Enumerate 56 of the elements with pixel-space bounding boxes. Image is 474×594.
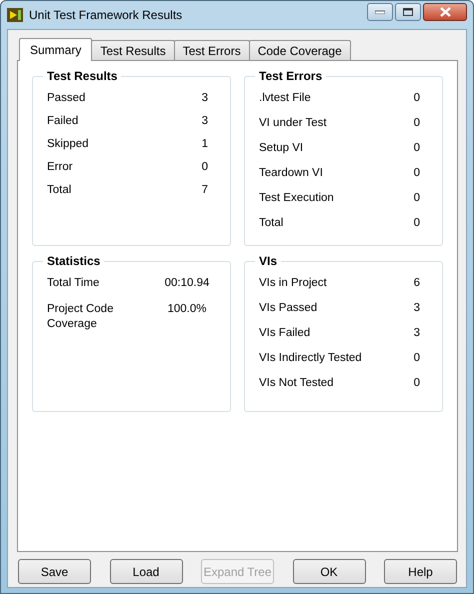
- row-label: VIs Indirectly Tested: [259, 351, 363, 366]
- row-label: Setup VI: [259, 141, 304, 156]
- tab[interactable]: Code Coverage: [248, 40, 351, 60]
- close-button[interactable]: [423, 3, 467, 21]
- dialog-button[interactable]: Help: [384, 559, 457, 584]
- row-value: 1: [200, 137, 209, 152]
- dialog-button[interactable]: Load: [110, 559, 182, 584]
- row-value: 0: [412, 376, 421, 391]
- row-value: 0: [412, 191, 421, 206]
- row-value: 3: [412, 301, 421, 316]
- tab[interactable]: Summary: [19, 38, 92, 61]
- row-value: 0: [412, 166, 421, 181]
- row-value: 3: [200, 114, 209, 129]
- row-label: Total: [47, 183, 72, 198]
- tab[interactable]: Test Errors: [174, 40, 250, 60]
- row-value: 3: [412, 326, 421, 341]
- row-value: 0: [412, 141, 421, 156]
- group-title: Test Errors: [255, 69, 326, 83]
- row-label: Error: [47, 160, 74, 175]
- row-value: 6: [412, 276, 421, 291]
- tab[interactable]: Test Results: [91, 40, 175, 60]
- maximize-button[interactable]: [395, 3, 421, 21]
- row-value: 0: [412, 216, 421, 231]
- row-label: Passed: [47, 91, 86, 106]
- minimize-icon: [375, 10, 385, 14]
- row-label: Failed: [47, 114, 80, 129]
- dialog-button[interactable]: Save: [18, 559, 91, 584]
- row-value: 0: [412, 351, 421, 366]
- row-value: 0: [412, 91, 421, 106]
- close-icon: [440, 7, 450, 17]
- row-value: 100.0%: [166, 302, 208, 317]
- group-title: Statistics: [43, 254, 104, 268]
- row-label: Total Time: [47, 276, 100, 291]
- row-label: Total: [259, 216, 284, 231]
- row-label: Skipped: [47, 137, 90, 152]
- group-title: VIs: [255, 254, 282, 268]
- row-label: VIs in Project: [259, 276, 328, 291]
- row-value: 3: [200, 91, 209, 106]
- row-label: VIs Not Tested: [259, 376, 335, 391]
- row-label: VIs Passed: [259, 301, 318, 316]
- row-value: 0: [412, 116, 421, 131]
- row-label: Teardown VI: [259, 166, 324, 181]
- group-title: Test Results: [43, 69, 122, 83]
- row-label: VI under Test: [259, 116, 328, 131]
- row-label: Test Execution: [259, 191, 335, 206]
- row-label: Project Code Coverage: [47, 302, 114, 332]
- row-value: 0: [200, 160, 209, 175]
- minimize-button[interactable]: [367, 3, 393, 21]
- maximize-icon: [403, 8, 413, 16]
- window-title: Unit Test Framework Results: [29, 8, 184, 22]
- row-value: 7: [200, 183, 209, 198]
- app-icon: [7, 8, 23, 22]
- row-value: 00:10.94: [164, 276, 210, 291]
- dialog-button[interactable]: OK: [292, 559, 366, 584]
- row-label: VIs Failed: [259, 326, 312, 341]
- row-label: .lvtest File: [259, 91, 312, 106]
